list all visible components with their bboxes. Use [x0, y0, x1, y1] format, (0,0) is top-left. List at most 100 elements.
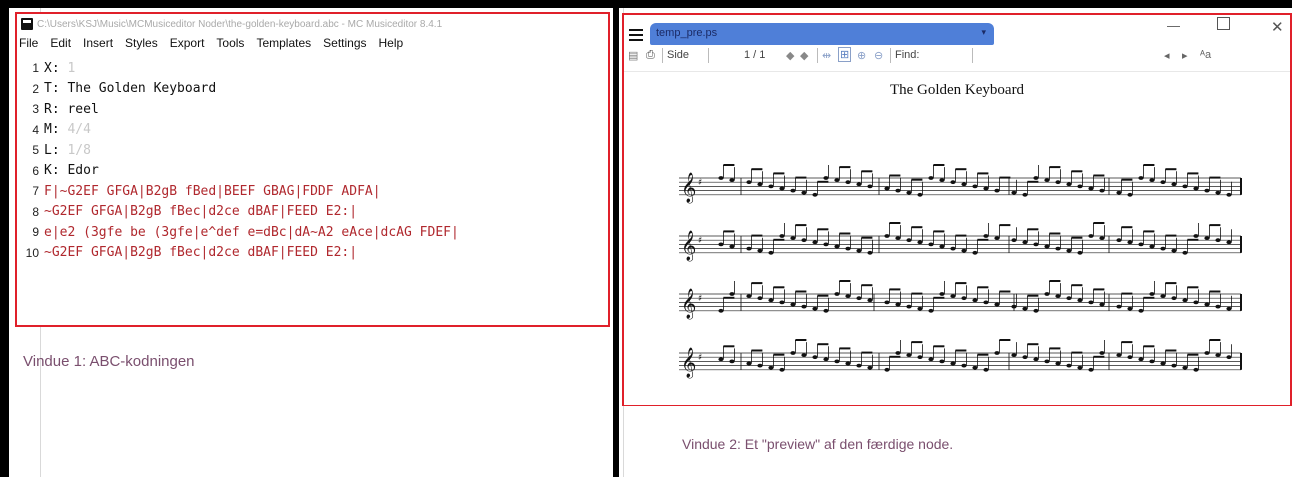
- previous-page-icon[interactable]: ◆: [786, 49, 794, 62]
- note-head: [757, 182, 763, 187]
- note-head: [746, 294, 752, 298]
- music-line: e|e2 (3gfe be (3gfe|e^def e=dBc|dA~A2 eA…: [44, 224, 459, 240]
- note-head: [1116, 353, 1122, 357]
- field-value: 1: [67, 60, 76, 76]
- note-head: [895, 351, 901, 355]
- note-head: [1055, 180, 1061, 185]
- menu-help[interactable]: Help: [379, 36, 404, 54]
- note-head: [1138, 242, 1144, 247]
- note-head: [928, 357, 934, 362]
- toolbar-separator: [817, 48, 818, 63]
- note-head: [917, 240, 923, 245]
- line-number: 6: [32, 163, 39, 178]
- note-head: [1066, 296, 1072, 301]
- note-head: [928, 242, 934, 247]
- toolbar-separator: [662, 48, 663, 63]
- note-head: [961, 296, 967, 301]
- note-head: [884, 367, 890, 372]
- note-head: [718, 308, 724, 313]
- find-previous-icon[interactable]: ◂: [1164, 49, 1170, 62]
- menu-insert[interactable]: Insert: [83, 36, 113, 54]
- note-head: [1160, 361, 1166, 366]
- document-icon[interactable]: ▤: [628, 49, 638, 62]
- note-head: [961, 248, 967, 253]
- note-head: [801, 190, 807, 195]
- note-head: [790, 188, 796, 193]
- note-head: [1138, 357, 1144, 362]
- note-head: [867, 298, 873, 303]
- note-head: [1215, 353, 1221, 357]
- zoom-in-icon[interactable]: ⊕: [857, 49, 866, 62]
- find-next-icon[interactable]: ▸: [1182, 49, 1188, 62]
- note-head: [994, 188, 1000, 193]
- note-head: [1204, 188, 1210, 193]
- note-head: [972, 365, 978, 370]
- music-line: F|~G2EF GFGA|B2gB fBed|BEEF GBAG|FDDF AD…: [44, 183, 381, 199]
- close-button[interactable]: ✕: [1271, 18, 1284, 36]
- line-number: 9: [32, 225, 39, 240]
- code-line: 5 L: 1/8: [17, 140, 608, 161]
- menu-file[interactable]: File: [19, 36, 38, 54]
- fit-width-icon[interactable]: ⇹: [822, 49, 831, 62]
- note-head: [1226, 192, 1232, 197]
- note-head: [845, 361, 851, 366]
- note-head: [939, 178, 945, 182]
- note-head: [1022, 355, 1028, 360]
- note-head: [779, 300, 785, 305]
- note-head: [1077, 365, 1083, 370]
- menu-tools[interactable]: Tools: [216, 36, 244, 54]
- note-head: [757, 363, 763, 368]
- toolbar-separator: [972, 48, 973, 63]
- note-head: [1127, 355, 1133, 360]
- note-head: [1215, 304, 1221, 309]
- note-head: [895, 302, 901, 307]
- next-page-icon[interactable]: ◆: [800, 49, 808, 62]
- note-head: [917, 355, 923, 360]
- maximize-button[interactable]: [1217, 17, 1230, 30]
- print-icon[interactable]: ⎙: [646, 49, 655, 62]
- note-head: [1171, 363, 1177, 368]
- note-head: [1099, 302, 1105, 307]
- chevron-down-icon[interactable]: ▾: [981, 27, 986, 38]
- note-head: [768, 250, 774, 255]
- abc-code-area[interactable]: 1 X: 1 2 T: The Golden Keyboard 3 R: reel 4…: [17, 58, 608, 263]
- file-tab[interactable]: temp_pre.ps ▾: [650, 23, 994, 45]
- note-head: [928, 308, 934, 313]
- note-head: [1215, 190, 1221, 195]
- note-head: [950, 180, 956, 185]
- menu-templates[interactable]: Templates: [256, 36, 311, 54]
- key-signature: ♯: [698, 294, 702, 304]
- note-head: [1160, 294, 1166, 298]
- menu-export[interactable]: Export: [170, 36, 205, 54]
- note-head: [845, 180, 851, 185]
- zoom-out-icon[interactable]: ⊖: [874, 49, 883, 62]
- note-head: [729, 359, 735, 364]
- note-head: [1193, 300, 1199, 305]
- note-head: [1127, 240, 1133, 245]
- right-document-page: temp_pre.ps ▾ — ✕ ▤ ⎙ Side 1 / 1 ◆ ◆ ⇹ ⊞…: [619, 8, 1292, 477]
- note-head: [1099, 351, 1105, 355]
- note-head: [823, 242, 829, 247]
- fit-page-icon[interactable]: ⊞: [838, 47, 852, 62]
- note-head: [823, 308, 829, 313]
- note-head: [928, 176, 934, 180]
- note-head: [1033, 308, 1039, 313]
- hamburger-menu-icon[interactable]: [629, 29, 643, 42]
- menu-styles[interactable]: Styles: [125, 36, 158, 54]
- menu-settings[interactable]: Settings: [323, 36, 366, 54]
- note-head: [1066, 248, 1072, 253]
- note-head: [1033, 242, 1039, 247]
- note-head: [1149, 244, 1155, 249]
- note-head: [779, 367, 785, 372]
- note-head: [834, 178, 840, 182]
- note-head: [906, 190, 912, 195]
- match-case-icon[interactable]: ᴬa: [1200, 49, 1211, 61]
- menu-edit[interactable]: Edit: [50, 36, 71, 54]
- note-head: [779, 186, 785, 191]
- field-value: The Golden Keyboard: [67, 81, 217, 97]
- note-head: [768, 365, 774, 370]
- line-number: 5: [32, 143, 39, 158]
- line-number: 1: [32, 61, 39, 76]
- minimize-button[interactable]: —: [1167, 18, 1180, 33]
- field-key: L:: [44, 142, 60, 158]
